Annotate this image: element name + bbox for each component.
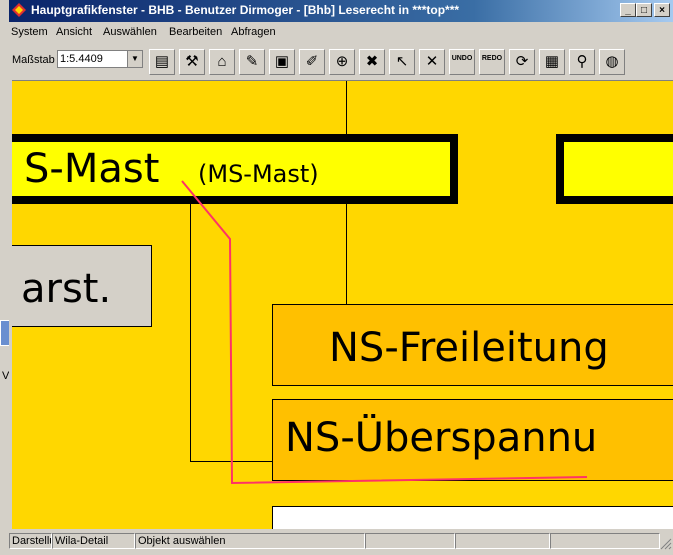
scale-label: Maßstab: [12, 54, 55, 66]
toolbar: Maßstab 1:5.4409 ▼ ▤ ⚒ ⌂ ✎ ▣ ✐ ⊕ ✖ ↖ ✕ U…: [9, 45, 673, 77]
monitor-icon[interactable]: ▣: [269, 49, 295, 75]
scale-select[interactable]: 1:5.4409 ▼: [57, 50, 143, 68]
redo-icon[interactable]: REDO: [479, 49, 505, 75]
selection-polyline: [181, 180, 588, 485]
house-icon[interactable]: ⌂: [209, 49, 235, 75]
refresh-icon[interactable]: ⟳: [509, 49, 535, 75]
minimize-button[interactable]: _: [620, 3, 636, 17]
wrench-icon[interactable]: ⚒: [179, 49, 205, 75]
menu-system[interactable]: System: [11, 26, 48, 38]
main-window: Hauptgrafikfenster - BHB - Benutzer Dirm…: [9, 0, 673, 555]
chevron-down-icon[interactable]: ▼: [127, 51, 142, 67]
menu-bar: System Ansicht Auswählen Bearbeiten Abfr…: [9, 23, 673, 41]
maximize-button[interactable]: □: [636, 3, 652, 17]
status-cell-empty: [365, 533, 455, 549]
add-object-icon[interactable]: ⊕: [329, 49, 355, 75]
status-cell-empty: [455, 533, 550, 549]
title-bar: Hauptgrafikfenster - BHB - Benutzer Dirm…: [9, 0, 673, 22]
undo-icon[interactable]: UNDO: [449, 49, 475, 75]
status-cell-darstellung: Darstellu: [9, 533, 52, 549]
window-icon[interactable]: ▦: [539, 49, 565, 75]
save-check-icon[interactable]: ✎: [239, 49, 265, 75]
menu-auswaehlen[interactable]: Auswählen: [103, 26, 157, 38]
menu-ansicht[interactable]: Ansicht: [56, 26, 92, 38]
close-button[interactable]: ×: [654, 3, 670, 17]
menu-bearbeiten[interactable]: Bearbeiten: [169, 26, 222, 38]
menu-abfragen[interactable]: Abfragen: [231, 26, 276, 38]
map-layers-icon[interactable]: ▤: [149, 49, 175, 75]
pointer-icon[interactable]: ↖: [389, 49, 415, 75]
status-cell-wila-detail: Wila-Detail: [52, 533, 135, 549]
status-cell-message: Objekt auswählen: [135, 533, 365, 549]
status-bar: Darstellu Wila-Detail Objekt auswählen: [9, 530, 673, 552]
app-icon[interactable]: [12, 3, 26, 17]
zoom-icon[interactable]: ⚲: [569, 49, 595, 75]
edit-pen-icon[interactable]: ✐: [299, 49, 325, 75]
resize-grip-icon[interactable]: [660, 538, 672, 550]
status-cell-empty: [550, 533, 660, 549]
window-title: Hauptgrafikfenster - BHB - Benutzer Dirm…: [31, 3, 460, 17]
delete-object-icon[interactable]: ✖: [359, 49, 385, 75]
scale-value: 1:5.4409: [60, 53, 103, 65]
cancel-icon[interactable]: ✕: [419, 49, 445, 75]
globe-icon[interactable]: ◍: [599, 49, 625, 75]
drawing-canvas[interactable]: S-Mast (MS-Mast) arst. NS-Freileitung NS…: [12, 80, 673, 529]
